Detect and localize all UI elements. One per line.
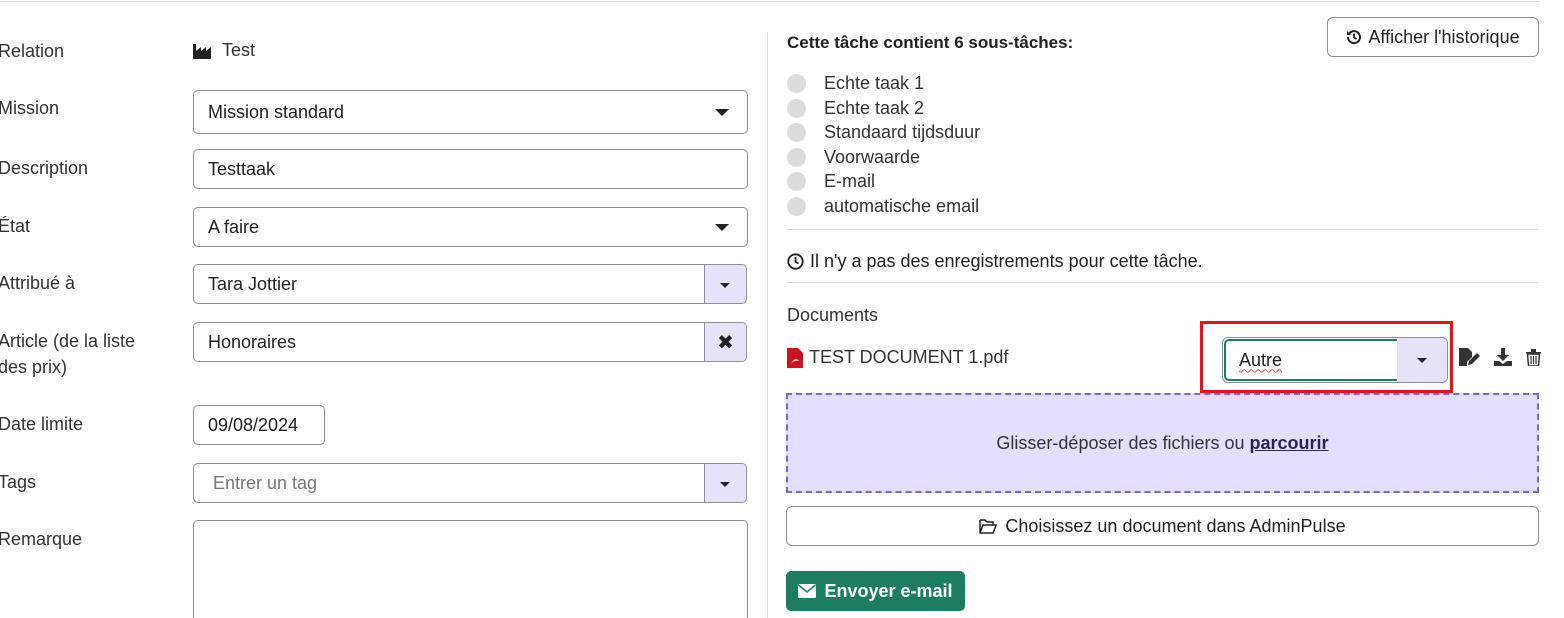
document-type-select[interactable]: Autre [1222, 337, 1448, 383]
status-circle-icon [787, 98, 806, 118]
document-row[interactable]: TEST DOCUMENT 1.pdf [787, 347, 1008, 368]
tags-input[interactable]: Entrer un tag [193, 463, 747, 503]
article-select[interactable]: Honoraires ✖ [193, 322, 747, 362]
date-value: 09/08/2024 [208, 414, 299, 435]
attribue-dropdown-toggle[interactable] [704, 265, 746, 303]
column-divider [767, 32, 768, 618]
close-icon: ✖ [717, 331, 734, 354]
document-actions [1458, 347, 1541, 367]
tags-placeholder: Entrer un tag [213, 472, 318, 493]
description-input[interactable]: Testtaak [193, 149, 748, 189]
show-history-label: Afficher l'historique [1368, 26, 1520, 47]
article-label-line1: Article (de la liste [0, 331, 136, 351]
list-item[interactable]: Standaard tijdsduur [787, 121, 980, 143]
article-clear-button[interactable]: ✖ [704, 323, 746, 361]
relation-value-row[interactable]: Test [193, 40, 255, 61]
status-circle-icon [787, 147, 806, 167]
relation-label: Relation [0, 41, 65, 61]
list-item[interactable]: Voorwaarde [787, 146, 920, 168]
list-item[interactable]: automatische email [787, 195, 979, 217]
edit-document-icon[interactable] [1458, 347, 1480, 367]
document-type-value: Autre [1239, 349, 1283, 370]
chevron-down-icon [715, 109, 729, 116]
relation-value: Test [222, 40, 256, 60]
subtask-label: Voorwaarde [824, 146, 921, 167]
document-type-dropdown-toggle[interactable] [1397, 338, 1447, 382]
attribue-select[interactable]: Tara Jottier [193, 264, 747, 304]
date-input[interactable]: 09/08/2024 [193, 405, 325, 445]
list-item[interactable]: E-mail [787, 170, 875, 192]
file-dropzone[interactable]: Glisser-déposer des fichiers ou parcouri… [786, 393, 1539, 493]
etat-select[interactable]: A faire [193, 207, 748, 247]
description-value: Testtaak [208, 158, 276, 179]
article-selected-value: Honoraires [208, 331, 297, 352]
folder-open-icon [979, 518, 998, 534]
status-circle-icon [787, 73, 806, 93]
top-divider [0, 1, 1540, 2]
envelope-icon [798, 584, 817, 598]
status-circle-icon [787, 171, 806, 191]
status-circle-icon [787, 196, 806, 216]
mission-select[interactable]: Mission standard [193, 90, 748, 134]
document-type-input[interactable]: Autre [1224, 339, 1399, 381]
dropzone-text: Glisser-déposer des fichiers ou [996, 432, 1245, 453]
no-records-message: Il n'y a pas des enregistrements pour ce… [787, 251, 1203, 272]
trash-icon[interactable] [1526, 348, 1541, 366]
chevron-down-icon [715, 224, 729, 231]
caret-down-icon [720, 482, 730, 487]
subtask-label: Echte taak 2 [824, 97, 925, 118]
subtask-label: automatische email [824, 195, 980, 216]
no-records-text: Il n'y a pas des enregistrements pour ce… [810, 251, 1203, 271]
list-item[interactable]: Echte taak 1 [787, 72, 924, 94]
factory-icon [193, 43, 211, 59]
section-divider [787, 282, 1539, 283]
etat-label: État [0, 216, 31, 236]
send-email-label: Envoyer e-mail [824, 580, 953, 601]
remarque-textarea[interactable] [193, 520, 748, 618]
description-label: Description [0, 158, 89, 178]
tags-label: Tags [0, 472, 37, 492]
status-circle-icon [787, 122, 806, 142]
choose-adminpulse-document-button[interactable]: Choisissez un document dans AdminPulse [786, 506, 1539, 546]
subtasks-title: Cette tâche contient 6 sous-tâches: [787, 33, 1074, 52]
send-email-button[interactable]: Envoyer e-mail [786, 571, 965, 611]
choose-adminpulse-document-label: Choisissez un document dans AdminPulse [1005, 515, 1346, 536]
pdf-icon [787, 347, 803, 368]
article-label-line2: des prix) [0, 357, 68, 377]
download-icon[interactable] [1494, 348, 1512, 366]
show-history-button[interactable]: Afficher l'historique [1327, 17, 1539, 57]
mission-label: Mission [0, 98, 60, 118]
caret-down-icon [720, 283, 730, 288]
remarque-label: Remarque [0, 529, 83, 549]
subtask-label: Standaard tijdsduur [824, 121, 981, 142]
caret-down-icon [1417, 358, 1427, 363]
clock-icon [787, 253, 804, 270]
etat-selected-value: A faire [208, 216, 260, 237]
subtask-label: Echte taak 1 [824, 72, 925, 93]
mission-selected-value: Mission standard [208, 101, 345, 122]
attribue-label: Attribué à [0, 273, 76, 293]
subtask-label: E-mail [824, 170, 876, 191]
date-label: Date limite [0, 414, 84, 434]
list-item[interactable]: Echte taak 2 [787, 97, 924, 119]
browse-link[interactable]: parcourir [1250, 433, 1329, 454]
history-icon [1347, 30, 1362, 45]
attribue-selected-value: Tara Jottier [208, 273, 298, 294]
tags-dropdown-toggle[interactable] [704, 464, 746, 502]
documents-title: Documents [787, 305, 879, 325]
document-name-link[interactable]: TEST DOCUMENT 1.pdf [809, 347, 1008, 368]
section-divider [787, 229, 1539, 230]
